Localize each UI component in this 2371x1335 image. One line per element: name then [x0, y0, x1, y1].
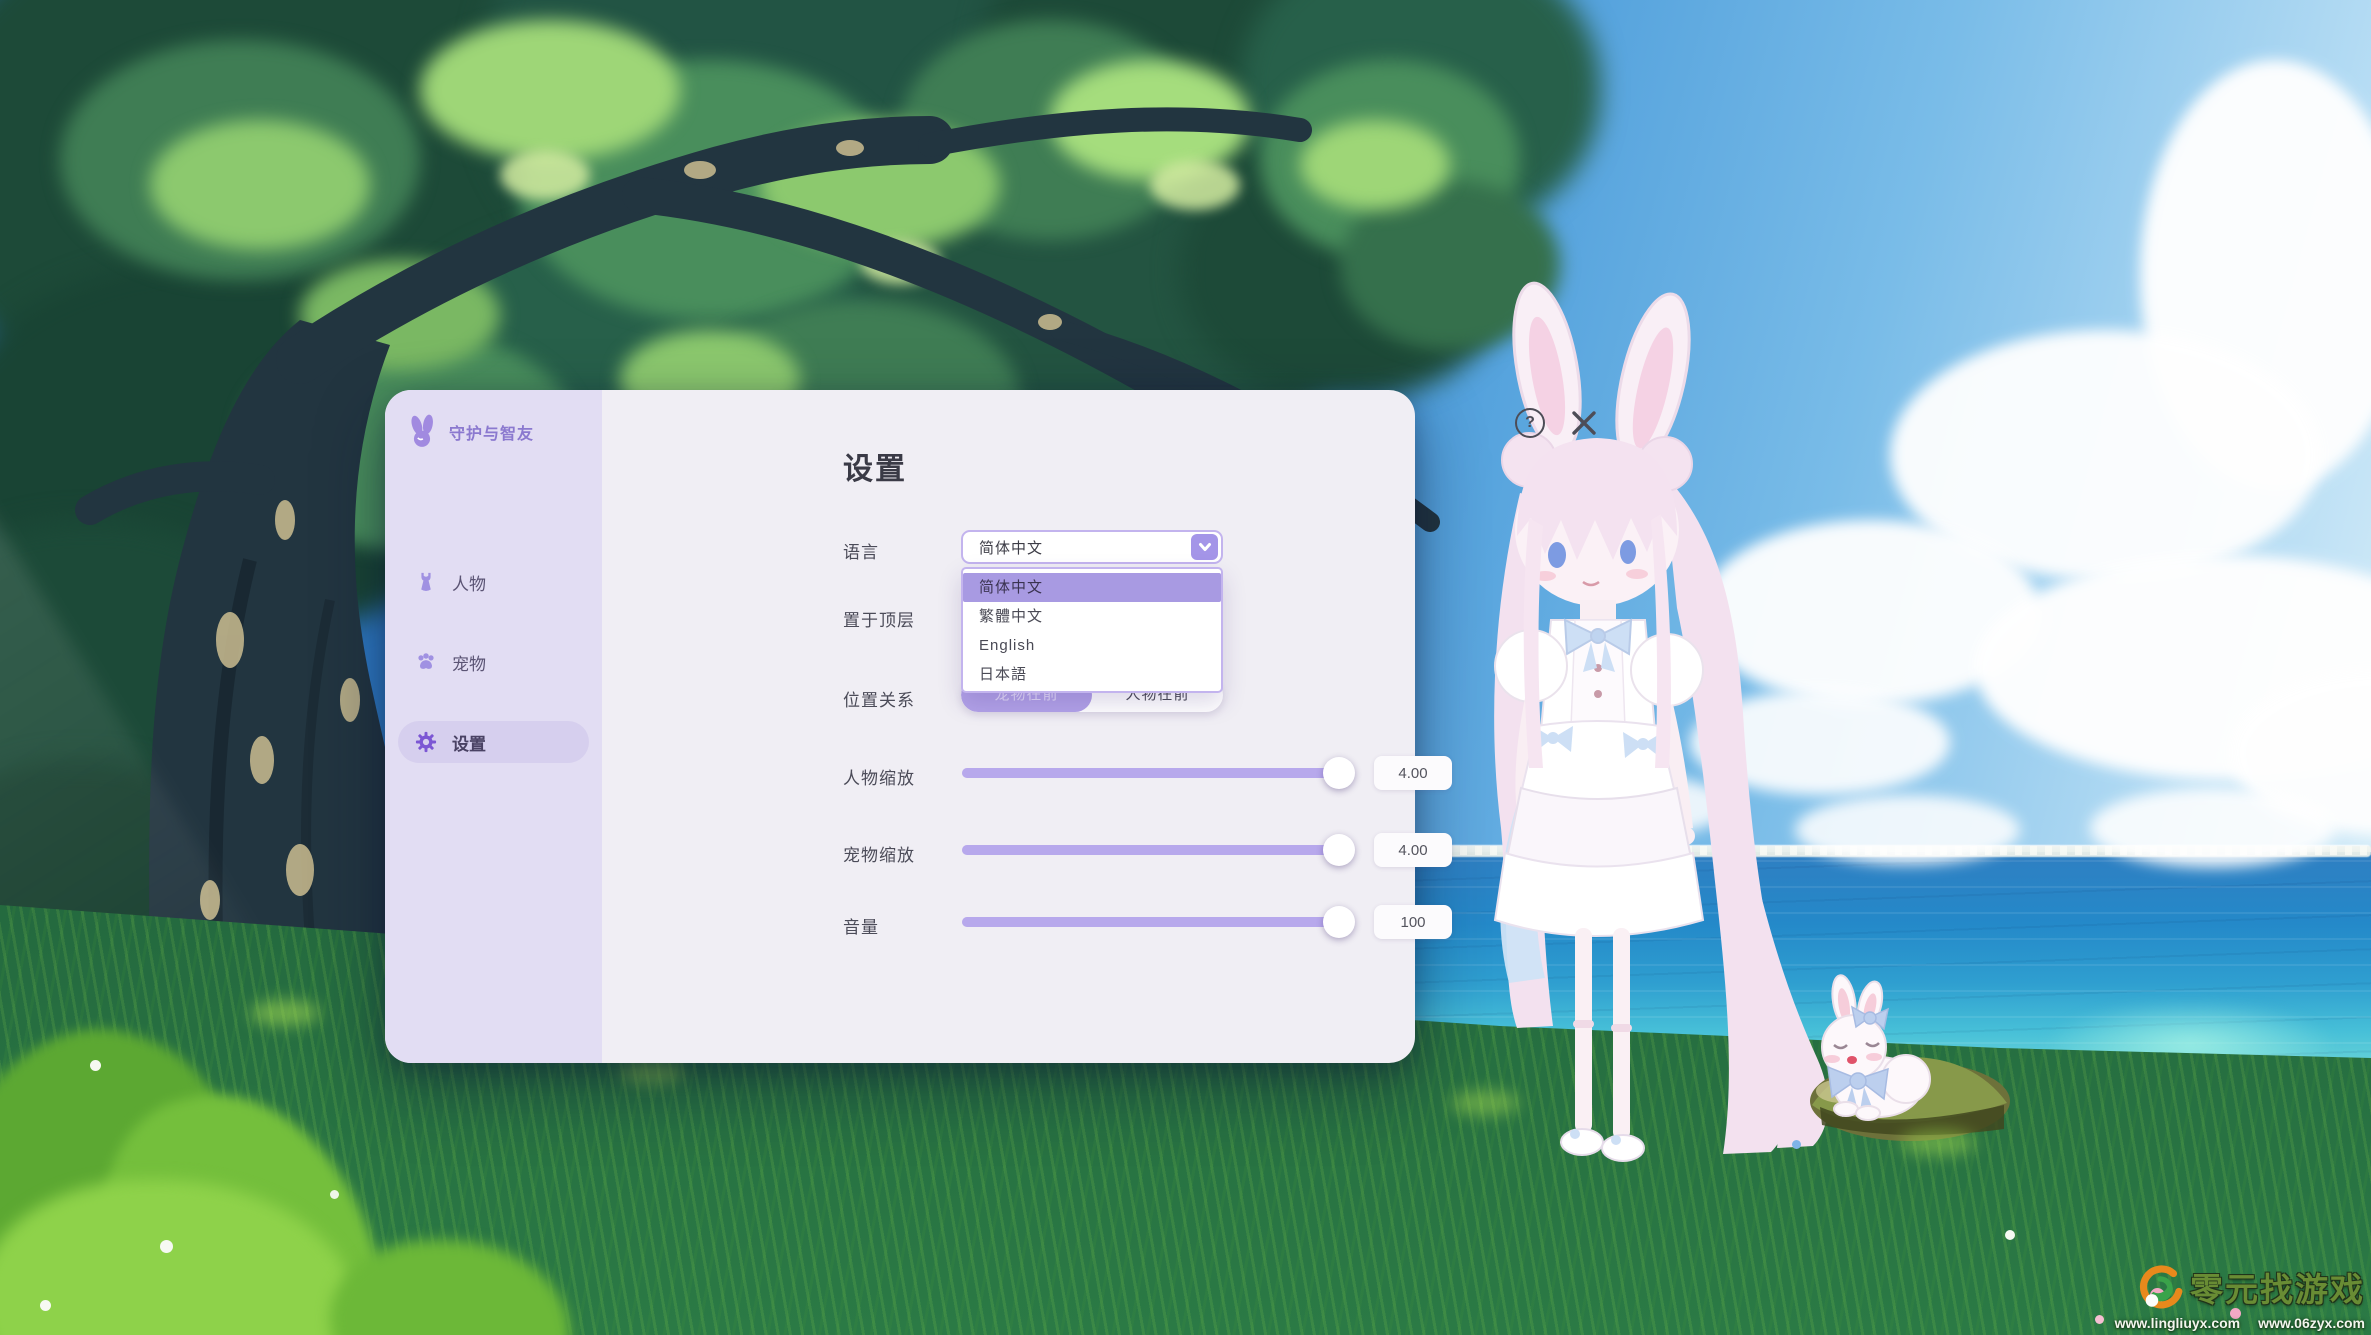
tree-foliage-light [520, 60, 900, 320]
app-logo: 守护与智友 [405, 412, 595, 452]
slider-thumb[interactable] [1323, 906, 1355, 938]
tree-foliage [0, 760, 240, 1000]
app-name: 守护与智友 [449, 420, 534, 444]
cloud [1795, 795, 2020, 865]
language-option[interactable]: 日本語 [963, 660, 1221, 689]
watermark-title: 零元找游戏 [2190, 1263, 2365, 1311]
help-button[interactable]: ? [1515, 408, 1545, 438]
cloud [1700, 520, 2040, 705]
grass-tuft [0, 993, 299, 1335]
grass-glow [620, 1060, 684, 1084]
pet-scale-label: 宠物缩放 [843, 841, 915, 866]
leaf-highlight [1050, 60, 1250, 180]
sidebar-item-label: 宠物 [452, 650, 486, 675]
slider-thumb[interactable] [1323, 757, 1355, 789]
language-label: 语言 [843, 538, 879, 563]
tree-foliage [1180, 140, 1510, 400]
cloud [1690, 690, 1950, 795]
leaf-glint [860, 240, 940, 284]
volume-slider[interactable] [962, 917, 1339, 927]
sidebar: 守护与智友 人物 宠物 [385, 390, 602, 1063]
paw-icon [415, 651, 437, 673]
grass-tuft [330, 1240, 570, 1335]
slider-thumb[interactable] [1323, 834, 1355, 866]
cloud [1890, 330, 2320, 580]
bunny-logo-icon [405, 414, 439, 450]
grass-tuft [67, 1063, 423, 1335]
character-scale-value[interactable]: 4.00 [1374, 756, 1452, 790]
tree-foliage [1240, 0, 1600, 240]
flower-white [160, 1240, 173, 1253]
tree-foliage [0, 0, 680, 440]
grass-glow [1900, 1130, 1976, 1156]
close-button[interactable] [1567, 406, 1601, 440]
tree-foliage-light [60, 40, 420, 280]
flower-white [40, 1300, 51, 1311]
cloud [2140, 60, 2371, 490]
tree-foliage [0, 520, 300, 850]
slider-fill [962, 845, 1339, 855]
flower-white [2005, 1230, 2015, 1240]
tree-foliage-light [900, 20, 1200, 240]
page-title: 设置 [843, 444, 907, 488]
gear-icon [415, 731, 437, 753]
sidebar-item-pet[interactable]: 宠物 [398, 641, 589, 683]
tree-foliage [480, 0, 1120, 320]
volume-label: 音量 [843, 913, 879, 938]
language-dropdown-menu: 简体中文 繁體中文 English 日本語 [961, 567, 1223, 693]
grass-glow [1450, 1090, 1520, 1116]
cloud [1975, 555, 2371, 780]
sidebar-item-character[interactable]: 人物 [398, 561, 589, 603]
volume-value[interactable]: 100 [1374, 905, 1452, 939]
language-option[interactable]: 简体中文 [963, 573, 1221, 602]
desktop: 守护与智友 人物 宠物 [0, 0, 2371, 1335]
settings-window: 守护与智友 人物 宠物 [385, 390, 1415, 1063]
tree-foliage-light [1340, 180, 1560, 350]
watermark-url-left: www.lingliuyx.com [2115, 1315, 2241, 1331]
language-select-value: 简体中文 [963, 537, 1043, 558]
ocean-shallow-glow [1980, 980, 2371, 1110]
flower-blue [1792, 1140, 1801, 1149]
leaf-highlight [760, 120, 1000, 250]
leaf-highlight [1300, 120, 1450, 210]
sidebar-item-settings[interactable]: 设置 [398, 721, 589, 763]
tree-foliage-light [1260, 60, 1520, 260]
question-mark-icon: ? [1525, 414, 1535, 432]
language-select[interactable]: 简体中文 [961, 530, 1223, 564]
dress-icon [415, 571, 437, 593]
leaf-highlight [300, 260, 500, 370]
flower-pink [2095, 1315, 2104, 1324]
chevron-down-icon[interactable] [1191, 534, 1218, 560]
pet-scale-slider[interactable] [962, 845, 1339, 855]
cloud [2090, 788, 2335, 868]
sidebar-item-label: 人物 [452, 570, 486, 595]
watermark-logo-icon [2134, 1261, 2186, 1313]
watermark-url-right: www.06zyx.com [2258, 1315, 2365, 1331]
flower-white [330, 1190, 339, 1199]
settings-panel: ? 设置 语言 简体中文 简体中文 繁體中文 English 日本語 [602, 390, 1415, 1063]
slider-fill [962, 768, 1339, 778]
anime-character [1425, 268, 1895, 1178]
position-label: 位置关系 [843, 686, 915, 711]
pet-scale-value[interactable]: 4.00 [1374, 833, 1452, 867]
flower-white [90, 1060, 101, 1071]
pet-bunny [1782, 975, 2012, 1145]
watermark: 零元找游戏 www.lingliuyx.com www.06zyx.com [2105, 1261, 2365, 1331]
character-scale-label: 人物缩放 [843, 764, 915, 789]
tree-foliage [980, 0, 1500, 280]
leaf-glint [1150, 160, 1240, 210]
always-on-top-label: 置于顶层 [843, 606, 915, 631]
language-option[interactable]: English [963, 631, 1221, 660]
character-scale-slider[interactable] [962, 768, 1339, 778]
sidebar-item-label: 设置 [452, 730, 486, 755]
leaf-highlight [150, 120, 370, 250]
slider-fill [962, 917, 1339, 927]
cloud [1545, 775, 1730, 837]
cloud [2230, 670, 2371, 835]
grass-tuft [0, 1180, 360, 1335]
language-option[interactable]: 繁體中文 [963, 602, 1221, 631]
leaf-highlight [420, 20, 680, 160]
leaf-glint [500, 150, 590, 200]
grass-glow [250, 1000, 320, 1026]
